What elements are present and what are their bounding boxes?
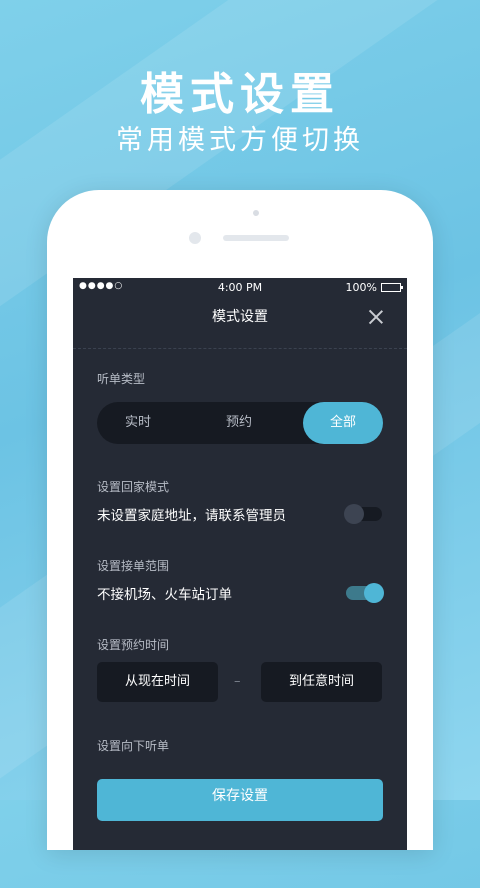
home-mode-text: 未设置家庭地址，请联系管理员 <box>97 508 286 524</box>
segment-booking[interactable]: 预约 <box>197 402 281 444</box>
end-time-button[interactable]: 到任意时间 <box>261 662 382 702</box>
save-settings-button[interactable]: 保存设置 <box>97 779 383 821</box>
order-type-segmented-control: 实时 预约 全部 <box>97 402 383 444</box>
order-range-toggle[interactable] <box>346 583 384 603</box>
speaker-grille <box>223 235 289 241</box>
order-range-label: 设置接单范围 <box>97 559 170 573</box>
nav-bar: 模式设置 <box>73 296 407 349</box>
time-range-separator: – <box>234 674 241 689</box>
battery-indicator: 100% <box>345 281 403 294</box>
down-order-label: 设置向下听单 <box>97 739 170 753</box>
page-title: 模式设置 <box>212 309 268 325</box>
hero-title: 模式设置 <box>140 69 340 120</box>
camera-icon <box>189 232 201 244</box>
status-bar: ●●●●○ 4:00 PM 100% <box>73 278 407 296</box>
segment-realtime[interactable]: 实时 <box>97 402 179 444</box>
segment-all[interactable]: 全部 <box>303 402 383 444</box>
order-type-label: 听单类型 <box>97 372 146 386</box>
app-screen: ●●●●○ 4:00 PM 100% 模式设置 听单类型 实时 预约 全部 设置… <box>73 278 407 850</box>
booking-time-label: 设置预约时间 <box>97 638 170 652</box>
battery-icon <box>381 283 403 292</box>
toggle-knob <box>364 583 384 603</box>
hero-subtitle: 常用模式方便切换 <box>116 125 364 156</box>
home-mode-label: 设置回家模式 <box>97 480 170 494</box>
close-icon[interactable] <box>367 308 385 326</box>
start-time-button[interactable]: 从现在时间 <box>97 662 218 702</box>
toggle-knob <box>344 504 364 524</box>
order-range-text: 不接机场、火车站订单 <box>97 587 232 603</box>
phone-frame: ●●●●○ 4:00 PM 100% 模式设置 听单类型 实时 预约 全部 设置… <box>47 190 433 850</box>
home-mode-toggle[interactable] <box>344 504 382 524</box>
battery-percent: 100% <box>345 281 377 294</box>
sensor-dot <box>253 210 259 216</box>
